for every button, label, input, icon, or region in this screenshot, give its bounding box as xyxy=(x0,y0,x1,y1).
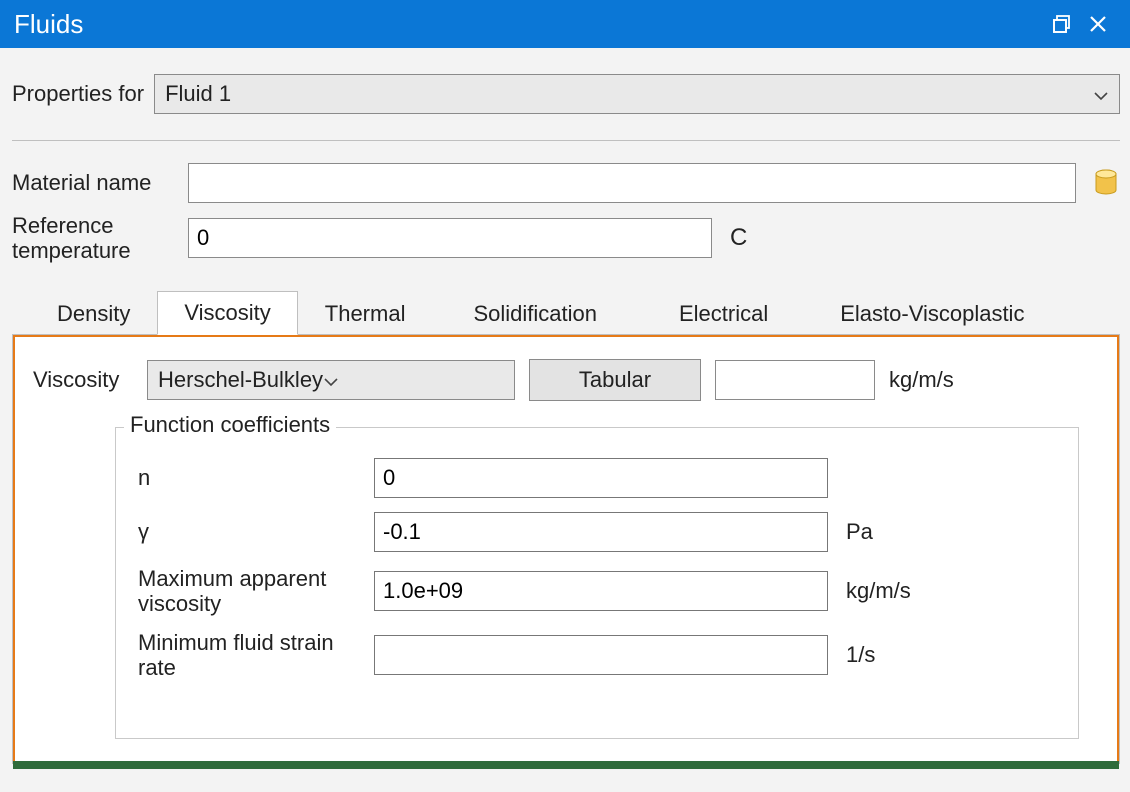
viscosity-tab-body: Viscosity Herschel-Bulkley Tabular kg/m/… xyxy=(13,335,1119,763)
coefficient-max-apparent-viscosity-unit: kg/m/s xyxy=(846,578,911,604)
coefficient-min-fluid-strain-rate-field[interactable] xyxy=(374,635,828,675)
fluid-select[interactable]: Fluid 1 xyxy=(154,74,1120,114)
coefficient-row-min-fluid-strain-rate: Minimum fluid strain rate 1/s xyxy=(138,630,1056,681)
tab-elasto-viscoplastic[interactable]: Elasto-Viscoplastic xyxy=(809,292,1055,335)
viscosity-label: Viscosity xyxy=(33,367,133,393)
basic-properties: Material name Reference temperature C xyxy=(12,141,1120,288)
chevron-down-icon xyxy=(323,367,339,393)
function-coefficients-legend: Function coefficients xyxy=(124,412,336,438)
material-name-row: Material name xyxy=(12,163,1120,203)
reference-temperature-unit: C xyxy=(730,224,747,252)
restore-button[interactable] xyxy=(1044,6,1080,42)
titlebar: Fluids xyxy=(0,0,1130,48)
tab-body-wrap: Viscosity Herschel-Bulkley Tabular kg/m/… xyxy=(12,334,1120,764)
restore-icon xyxy=(1053,15,1071,33)
viscosity-unit: kg/m/s xyxy=(889,367,954,393)
reference-temperature-row: Reference temperature C xyxy=(12,213,1120,264)
tab-thermal[interactable]: Thermal xyxy=(298,292,433,335)
material-name-label: Material name xyxy=(12,170,188,196)
tab-density[interactable]: Density xyxy=(30,292,157,335)
tab-viscosity[interactable]: Viscosity xyxy=(157,291,297,335)
coefficient-n-field[interactable] xyxy=(374,458,828,498)
coefficient-row-gamma: γ Pa xyxy=(138,512,1056,552)
viscosity-value-field[interactable] xyxy=(715,360,875,400)
material-name-field[interactable] xyxy=(188,163,1076,203)
properties-for-label: Properties for xyxy=(12,81,144,107)
bottom-accent-strip xyxy=(13,761,1119,769)
tab-electrical[interactable]: Electrical xyxy=(638,292,809,335)
database-icon xyxy=(1094,169,1118,197)
coefficient-min-fluid-strain-rate-label: Minimum fluid strain rate xyxy=(138,630,374,681)
coefficient-gamma-field[interactable] xyxy=(374,512,828,552)
coefficient-gamma-label: γ xyxy=(138,519,374,544)
tabular-button-label: Tabular xyxy=(579,367,651,393)
properties-for-row: Properties for Fluid 1 xyxy=(12,48,1120,141)
coefficient-n-label: n xyxy=(138,465,374,490)
fluid-select-value: Fluid 1 xyxy=(165,81,231,107)
coefficient-max-apparent-viscosity-label: Maximum apparent viscosity xyxy=(138,566,374,617)
material-database-button[interactable] xyxy=(1092,169,1120,197)
close-button[interactable] xyxy=(1080,6,1116,42)
viscosity-model-value: Herschel-Bulkley xyxy=(158,367,323,393)
coefficient-min-fluid-strain-rate-unit: 1/s xyxy=(846,642,875,668)
tabular-button[interactable]: Tabular xyxy=(529,359,701,401)
content-area: Properties for Fluid 1 Material name xyxy=(0,48,1130,792)
coefficient-row-max-apparent-viscosity: Maximum apparent viscosity kg/m/s xyxy=(138,566,1056,617)
chevron-down-icon xyxy=(1093,81,1109,107)
coefficient-row-n: n xyxy=(138,458,1056,498)
function-coefficients-group: Function coefficients n γ Pa Maximum app… xyxy=(115,427,1079,739)
reference-temperature-field[interactable] xyxy=(188,218,712,258)
close-icon xyxy=(1089,15,1107,33)
coefficient-gamma-unit: Pa xyxy=(846,519,873,545)
viscosity-model-select[interactable]: Herschel-Bulkley xyxy=(147,360,515,400)
tab-solidification[interactable]: Solidification xyxy=(432,292,638,335)
property-tabs: Density Viscosity Thermal Solidification… xyxy=(12,290,1120,334)
viscosity-model-row: Viscosity Herschel-Bulkley Tabular kg/m/… xyxy=(33,359,1101,401)
reference-temperature-label: Reference temperature xyxy=(12,213,188,264)
coefficient-max-apparent-viscosity-field[interactable] xyxy=(374,571,828,611)
window-title: Fluids xyxy=(14,9,1044,40)
